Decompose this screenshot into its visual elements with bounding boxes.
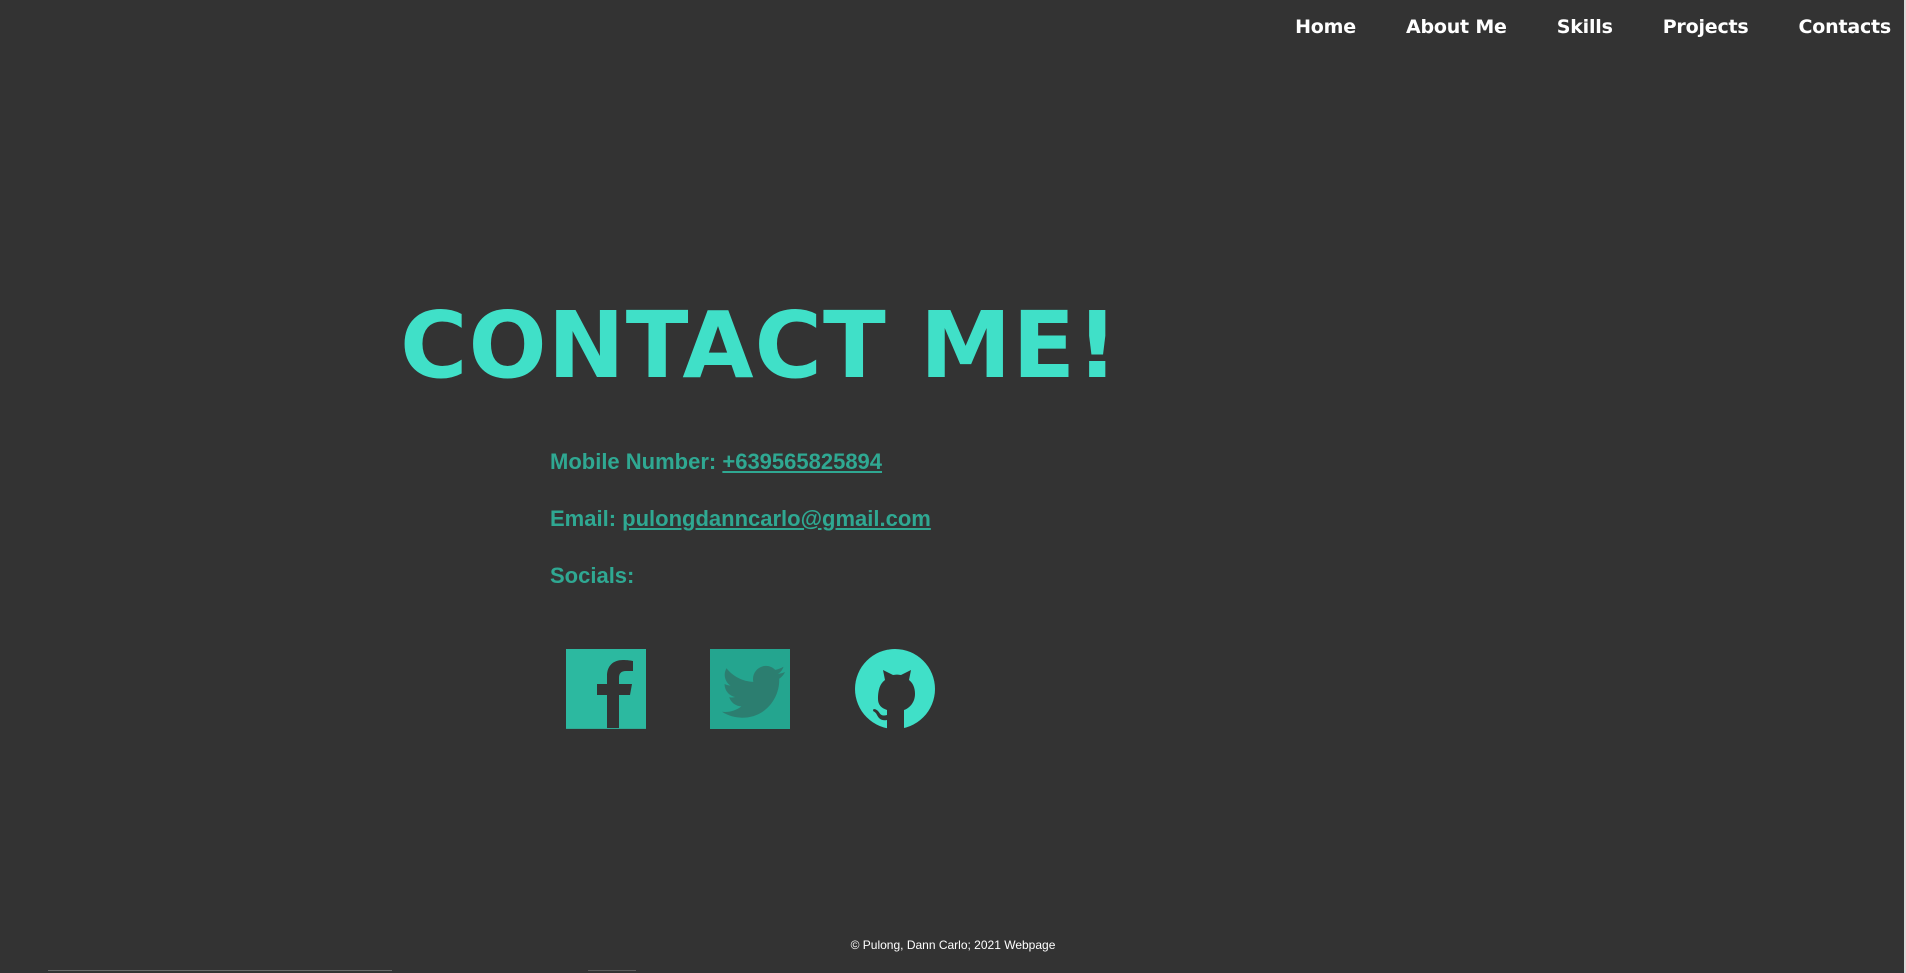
socials-label: Socials: — [550, 563, 635, 588]
nav-link-about-me[interactable]: About Me — [1406, 16, 1507, 38]
mobile-number-link[interactable]: +639565825894 — [722, 449, 882, 474]
contact-title: CONTACT ME! — [400, 292, 1120, 399]
email-row: Email: pulongdanncarlo@gmail.com — [550, 508, 931, 530]
page-footer: © Pulong, Dann Carlo; 2021 Webpage — [850, 938, 1056, 952]
twitter-icon[interactable] — [710, 649, 790, 729]
email-label: Email: — [550, 506, 617, 531]
email-link[interactable]: pulongdanncarlo@gmail.com — [622, 506, 931, 531]
nav-link-contacts[interactable]: Contacts — [1799, 16, 1892, 38]
nav-link-projects[interactable]: Projects — [1663, 16, 1749, 38]
top-navigation: Home About Me Skills Projects Contacts — [1295, 16, 1891, 38]
bottom-scroll-indicator — [48, 970, 392, 971]
nav-link-skills[interactable]: Skills — [1557, 16, 1613, 38]
bottom-scroll-indicator — [588, 970, 636, 971]
facebook-icon[interactable] — [566, 649, 646, 729]
mobile-number-row: Mobile Number: +639565825894 — [550, 451, 882, 473]
mobile-number-label: Mobile Number: — [550, 449, 717, 474]
github-icon[interactable] — [855, 649, 935, 729]
nav-link-home[interactable]: Home — [1295, 16, 1356, 38]
